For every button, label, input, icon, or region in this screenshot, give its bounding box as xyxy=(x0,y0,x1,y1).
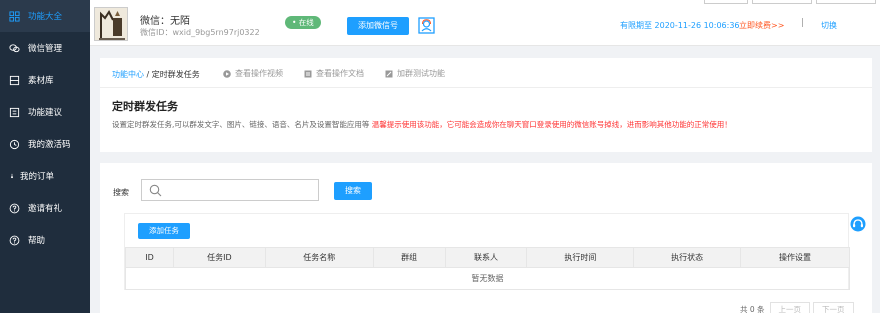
table-header-row: ID 任务ID 任务名称 群组 联系人 执行时间 执行状态 操作设置 xyxy=(125,247,850,268)
sidebar-item-label: 邀请有礼 xyxy=(28,204,63,214)
join-test-link[interactable]: 加群测试功能 xyxy=(385,68,445,79)
view-video-link[interactable]: 查看操作视频 xyxy=(223,68,283,79)
question-circle-icon xyxy=(8,234,20,246)
task-table-wrap: 添加任务 ID 任务ID 任务名称 群组 联系人 执行时间 执行状态 操作设置 … xyxy=(124,213,850,290)
divider xyxy=(100,87,872,88)
play-icon xyxy=(223,69,231,78)
sidebar-item-label: 帮助 xyxy=(28,236,46,246)
sidebar-item-label: 微信管理 xyxy=(28,44,63,54)
divider: | xyxy=(801,18,805,28)
breadcrumb: 功能中心 / 定时群发任务 xyxy=(112,69,200,80)
edit-icon xyxy=(385,70,393,78)
wechat-icon xyxy=(8,42,20,54)
sidebar-item-help[interactable]: 帮助 xyxy=(0,224,90,256)
page-description: 设置定时群发任务,可以群发文字、图片、链接、语音、名片及设置智能应用等 温馨提示… xyxy=(112,119,732,130)
view-doc-link[interactable]: 查看操作文档 xyxy=(304,68,364,79)
total-count: 共 0 条 xyxy=(740,305,765,313)
pagination: 共 0 条 上一页 下一页 xyxy=(740,302,854,313)
clock-icon xyxy=(8,138,20,150)
breadcrumb-home-link[interactable]: 功能中心 xyxy=(112,70,144,79)
page-header-card: 功能中心 / 定时群发任务 查看操作视频 查看操作文档 加群测试功能 定时群发任… xyxy=(100,58,872,152)
column-header-exec-time: 执行时间 xyxy=(526,247,635,268)
renew-link[interactable]: 立即续费>> xyxy=(739,20,784,31)
status-badge: • 在线 xyxy=(285,16,321,29)
avatar[interactable] xyxy=(94,7,128,41)
search-input[interactable] xyxy=(141,179,319,201)
sidebar-item-label: 功能建议 xyxy=(28,108,63,118)
sidebar-item-suggestions[interactable]: 功能建议 xyxy=(0,96,90,128)
search-label: 搜索 xyxy=(113,188,129,197)
task-list-card: 搜索 搜索 添加任务 ID 任务ID 任务名称 群组 联系人 执行时间 执行状态… xyxy=(100,163,872,313)
sidebar-item-label: 我的订单 xyxy=(20,172,55,182)
column-header-task-name: 任务名称 xyxy=(264,247,374,268)
folder-icon xyxy=(8,74,20,86)
top-strip-tab xyxy=(816,0,876,4)
breadcrumb-current: 定时群发任务 xyxy=(151,70,200,79)
doc-icon xyxy=(304,70,312,78)
sidebar-item-materials[interactable]: 素材库 xyxy=(0,64,90,96)
column-header-task-id: 任务ID xyxy=(172,247,266,268)
sidebar-item-orders[interactable]: 我的订单 xyxy=(0,160,90,192)
document-icon xyxy=(8,106,20,118)
account-wxid: 微信ID：wxid_9bg5rn97rj0322 xyxy=(140,28,260,37)
view-doc-label: 查看操作文档 xyxy=(316,69,364,78)
sidebar-item-wechat-manage[interactable]: 微信管理 xyxy=(0,32,90,64)
column-header-id: ID xyxy=(125,247,174,268)
sidebar-item-label: 功能大全 xyxy=(28,12,63,22)
column-header-exec-status: 执行状态 xyxy=(633,247,742,268)
add-wechat-button[interactable]: 添加微信号 xyxy=(347,17,409,35)
column-header-contact: 联系人 xyxy=(444,247,528,268)
prev-page-button[interactable]: 上一页 xyxy=(769,302,811,313)
grid-icon xyxy=(8,10,20,22)
sidebar: 功能大全 微信管理 素材库 功能建议 我的激活码 我的订单 邀请有礼 帮助 xyxy=(0,0,90,313)
sidebar-item-features[interactable]: 功能大全 xyxy=(0,0,90,32)
search-button[interactable]: 搜索 xyxy=(334,182,372,200)
sidebar-item-activation-codes[interactable]: 我的激活码 xyxy=(0,128,90,160)
column-header-group: 群组 xyxy=(372,247,446,268)
view-video-label: 查看操作视频 xyxy=(235,69,283,78)
add-task-button[interactable]: 添加任务 xyxy=(138,223,190,239)
floating-help-icon[interactable] xyxy=(850,216,866,232)
expiry-date: 有限期至 2020-11-26 10:06:36 xyxy=(620,21,740,30)
next-page-button[interactable]: 下一页 xyxy=(813,302,854,313)
account-nickname: 微信：无陌 xyxy=(140,16,190,27)
page-warning-text: 温馨提示使用该功能，它可能会造成你在聊天窗口登录使用的微信账号掉线，进而影响其他… xyxy=(371,120,732,129)
sidebar-item-invite[interactable]: 邀请有礼 xyxy=(0,192,90,224)
customer-service-icon[interactable] xyxy=(418,17,435,34)
join-test-label: 加群测试功能 xyxy=(397,69,445,78)
top-strip xyxy=(704,0,880,4)
table-row: 暂无数据 xyxy=(125,267,850,290)
question-circle-icon xyxy=(8,202,20,214)
empty-state: 暂无数据 xyxy=(125,267,850,290)
bullet-icon xyxy=(8,170,16,182)
switch-account-link[interactable]: 切换 xyxy=(821,20,837,31)
top-strip-tab xyxy=(704,0,748,4)
search-icon xyxy=(149,184,162,197)
sidebar-item-label: 我的激活码 xyxy=(28,140,71,150)
top-strip-tab xyxy=(752,0,812,4)
page-description-text: 设置定时群发任务,可以群发文字、图片、链接、语音、名片及设置智能应用等 xyxy=(112,120,370,129)
column-header-actions: 操作设置 xyxy=(740,247,850,268)
breadcrumb-separator: / xyxy=(144,70,152,79)
top-header: 微信：无陌 微信ID：wxid_9bg5rn97rj0322 • 在线 添加微信… xyxy=(90,0,880,46)
sidebar-item-label: 素材库 xyxy=(28,76,54,86)
page-title: 定时群发任务 xyxy=(112,100,178,113)
task-table: ID 任务ID 任务名称 群组 联系人 执行时间 执行状态 操作设置 暂无数据 xyxy=(125,247,850,290)
